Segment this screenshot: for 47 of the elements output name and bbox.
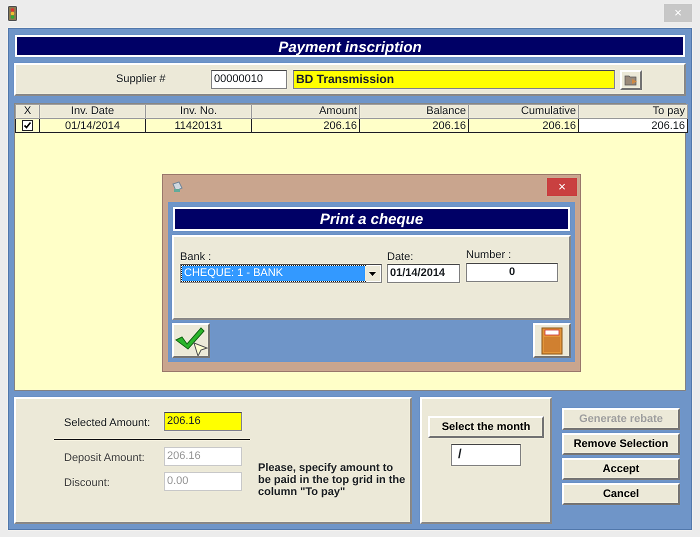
bank-value: CHEQUE: 1 - BANK: [182, 266, 365, 281]
table-cell: 206.16: [252, 118, 360, 132]
amount-field: 206.16: [164, 447, 242, 466]
row-checkbox-cell[interactable]: [16, 118, 40, 132]
dialog-close-button[interactable]: ×: [547, 178, 577, 196]
table-cell[interactable]: 206.16: [578, 118, 688, 132]
action-button[interactable]: Cancel: [562, 483, 680, 505]
action-button[interactable]: Accept: [562, 458, 680, 480]
deposit-amount-label: Deposit Amount:: [64, 451, 145, 466]
bank-label: Bank :: [180, 250, 212, 265]
lookup-button[interactable]: [620, 70, 642, 90]
table-cell: 11420131: [146, 118, 252, 132]
number-field[interactable]: 0: [466, 263, 558, 282]
folder-icon: [624, 74, 638, 86]
supplier-name-field[interactable]: BD Transmission: [293, 70, 615, 89]
select-month-button[interactable]: Select the month: [428, 416, 544, 438]
table-cell: 01/14/2014: [40, 118, 146, 132]
dialog-title: Print a cheque: [173, 207, 570, 231]
column-header[interactable]: Cumulative: [468, 104, 578, 118]
amount-field: 0.00: [164, 472, 242, 491]
column-header[interactable]: Inv. No.: [146, 104, 252, 118]
date-field[interactable]: 01/14/2014: [387, 264, 460, 283]
discount-label: Discount:: [64, 476, 110, 491]
date-label: Date:: [387, 250, 414, 265]
row-checkbox[interactable]: [22, 120, 33, 132]
number-label: Number :: [466, 248, 512, 263]
month-field[interactable]: /: [451, 444, 521, 466]
action-button[interactable]: Remove Selection: [562, 433, 680, 455]
supplier-label: Supplier #: [116, 72, 167, 88]
dialog-app-icon: [171, 181, 183, 193]
column-header[interactable]: Amount: [252, 104, 360, 118]
amount-field[interactable]: 206.16: [164, 412, 242, 431]
column-header[interactable]: To pay: [578, 104, 688, 118]
supplier-number-field[interactable]: 00000010: [211, 70, 287, 89]
app-icon: [8, 6, 17, 20]
table-cell: 206.16: [468, 118, 578, 132]
door-icon: [541, 326, 563, 354]
column-header[interactable]: Balance: [360, 104, 468, 118]
column-header[interactable]: Inv. Date: [40, 104, 146, 118]
selected-amount-label: Selected Amount:: [64, 416, 150, 431]
exit-button[interactable]: [533, 323, 571, 358]
confirm-button[interactable]: [172, 323, 210, 358]
instruction-text: Please, specify amount to be paid in the top grid in the column "To pay": [258, 462, 406, 498]
table-cell: 206.16: [360, 118, 468, 132]
form-title: Payment inscription: [15, 35, 685, 57]
checkmark-icon: [174, 326, 208, 356]
column-header[interactable]: X: [16, 104, 40, 118]
